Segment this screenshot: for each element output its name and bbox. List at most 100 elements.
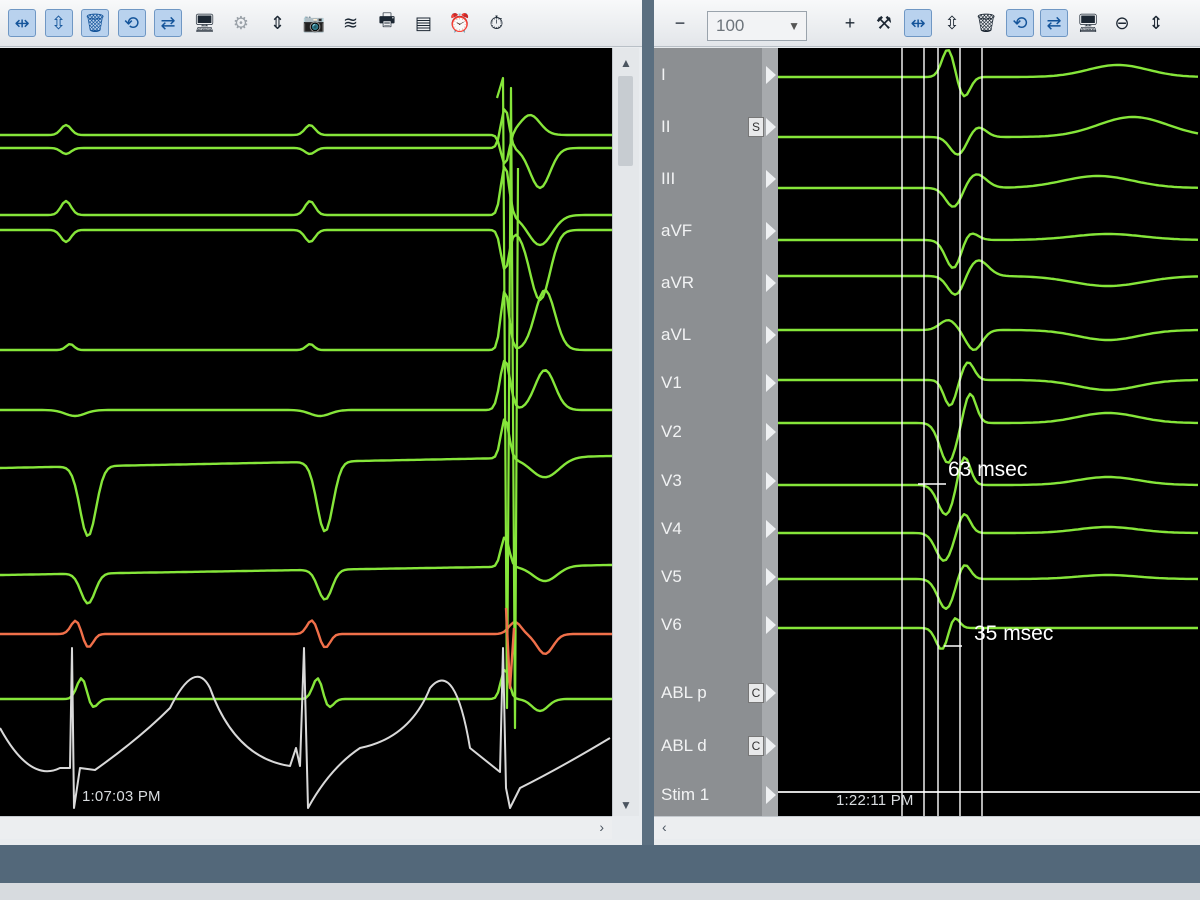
channel-label[interactable]: V2 xyxy=(661,422,682,442)
right-recording-panel: 100 ▼ − + ⚒ ⇹ ⇳ 🗑 ⟲ ⇄ 🖥 ⊖ ⇕ I II S III aVF aVR aVL V1 V2 V3… xyxy=(654,0,1200,845)
right-waveform-canvas xyxy=(778,48,1200,816)
lead-trace xyxy=(778,259,1199,296)
channel-marker-icon[interactable] xyxy=(766,326,776,344)
channel-label[interactable]: aVL xyxy=(661,325,691,345)
channel-label[interactable]: I xyxy=(661,65,666,85)
zoom-select[interactable]: 100 ▼ xyxy=(707,11,807,41)
cycle-icon[interactable]: ⟲ xyxy=(1006,9,1034,37)
lead-trace xyxy=(778,232,1199,269)
stopwatch-icon[interactable]: ⏱ xyxy=(483,9,511,37)
fit-vertical-icon[interactable]: ⇳ xyxy=(938,9,966,37)
tools-icon[interactable]: ⚒ xyxy=(870,9,898,37)
right-waveform-display[interactable]: 63 msec 35 msec 1:22:11 PM xyxy=(778,48,1200,816)
up-down-icon[interactable]: ⇕ xyxy=(264,9,292,37)
lead-trace xyxy=(778,115,1199,156)
channel-label[interactable]: ABL p xyxy=(661,683,707,703)
channel-label[interactable]: V5 xyxy=(661,567,682,587)
reset-icon[interactable]: ⊖ xyxy=(1108,9,1136,37)
bezel-lip xyxy=(0,883,1200,900)
lead-trace xyxy=(778,173,1199,208)
scroll-down-icon[interactable]: ▼ xyxy=(613,798,639,812)
left-waveform-display[interactable]: 1:07:03 PM xyxy=(0,48,612,816)
channel-marker-icon[interactable] xyxy=(766,472,776,490)
up-down-icon[interactable]: ⇕ xyxy=(1142,9,1170,37)
channel-label[interactable]: ABL d xyxy=(661,736,707,756)
swap-icon[interactable]: ⇄ xyxy=(154,9,182,37)
waveform-print-icon[interactable]: ≋ xyxy=(337,9,365,37)
channel-badge[interactable]: C xyxy=(748,683,764,703)
right-timestamp: 1:22:11 PM xyxy=(836,792,914,809)
channel-marker-icon[interactable] xyxy=(766,170,776,188)
left-horizontal-scrollbar[interactable]: › xyxy=(0,816,612,839)
lead-trace xyxy=(0,619,612,655)
channel-marker-icon[interactable] xyxy=(766,684,776,702)
camera-icon[interactable]: 📷 xyxy=(300,9,328,37)
zoom-out-icon[interactable]: − xyxy=(666,9,694,37)
channel-label[interactable]: V3 xyxy=(661,471,682,491)
channel-label[interactable]: aVF xyxy=(661,221,692,241)
channel-marker-icon[interactable] xyxy=(766,786,776,804)
alarm-clock-icon[interactable]: ⏰ xyxy=(446,9,474,37)
swap-icon[interactable]: ⇄ xyxy=(1040,9,1068,37)
left-waveform-canvas xyxy=(0,76,612,809)
left-timestamp: 1:07:03 PM xyxy=(82,788,161,805)
channel-label[interactable]: V4 xyxy=(661,519,682,539)
scroll-left-icon[interactable]: ‹ xyxy=(662,819,667,835)
channel-marker-icon[interactable] xyxy=(766,520,776,538)
lead-trace xyxy=(778,361,1198,407)
right-toolbar: 100 ▼ − + ⚒ ⇹ ⇳ 🗑 ⟲ ⇄ 🖥 ⊖ ⇕ xyxy=(654,0,1200,47)
cycle-icon[interactable]: ⟲ xyxy=(117,9,146,37)
trash-icon[interactable]: 🗑 xyxy=(81,9,109,37)
chevron-down-icon: ▼ xyxy=(788,19,800,33)
lead-trace xyxy=(778,49,1199,98)
gear-disabled-icon[interactable]: ⚙ xyxy=(227,9,255,37)
channel-label[interactable]: Stim 1 xyxy=(661,785,709,805)
report-icon[interactable]: ▤ xyxy=(410,9,438,37)
zoom-value: 100 xyxy=(716,16,745,35)
scroll-up-icon[interactable]: ▲ xyxy=(613,56,639,70)
printer-icon[interactable]: 🖶 xyxy=(373,9,401,37)
right-horizontal-scrollbar[interactable]: ‹ xyxy=(654,816,1200,839)
channel-label[interactable]: II xyxy=(661,117,670,137)
left-recording-panel: ⇹ ⇳ 🗑 ⟲ ⇄ 🖥 ⚙ ⇕ 📷 ≋ 🖶 ▤ ⏰ ⏱ 1:07:03 PM ▲ ▼ › xyxy=(0,0,642,845)
channel-label[interactable]: III xyxy=(661,169,675,189)
monitor-icon[interactable]: 🖥 xyxy=(191,9,219,37)
channel-marker-icon[interactable] xyxy=(766,118,776,136)
lead-trace xyxy=(0,418,612,537)
stim-trace xyxy=(0,647,611,809)
channel-badge[interactable]: C xyxy=(748,736,764,756)
channel-marker-icon[interactable] xyxy=(766,568,776,586)
fit-horizontal-icon[interactable]: ⇹ xyxy=(8,9,36,37)
lead-trace xyxy=(778,513,1198,562)
lead-trace xyxy=(0,228,612,302)
channel-marker-icon[interactable] xyxy=(766,616,776,634)
scroll-thumb[interactable] xyxy=(618,76,633,166)
channel-badge[interactable]: S xyxy=(748,117,764,137)
left-toolbar: ⇹ ⇳ 🗑 ⟲ ⇄ 🖥 ⚙ ⇕ 📷 ≋ 🖶 ▤ ⏰ ⏱ xyxy=(0,0,642,47)
trash-icon[interactable]: 🗑 xyxy=(972,9,1000,37)
lead-trace xyxy=(0,289,612,352)
scroll-right-icon[interactable]: › xyxy=(599,819,604,835)
channel-marker-icon[interactable] xyxy=(766,374,776,392)
channel-marker-icon[interactable] xyxy=(766,222,776,240)
lead-trace xyxy=(0,359,612,418)
channel-label[interactable]: aVR xyxy=(661,273,694,293)
zoom-in-icon[interactable]: + xyxy=(836,9,864,37)
fit-vertical-icon[interactable]: ⇳ xyxy=(44,9,73,37)
lead-trace xyxy=(778,392,1198,464)
channel-label[interactable]: V6 xyxy=(661,615,682,635)
lead-trace xyxy=(0,536,612,605)
lead-trace xyxy=(0,165,612,247)
channel-label[interactable]: V1 xyxy=(661,373,682,393)
monitor-icon[interactable]: 🖥 xyxy=(1074,9,1102,37)
measurement-label-1: 63 msec xyxy=(948,458,1028,481)
left-vertical-scrollbar[interactable]: ▲ ▼ xyxy=(612,48,639,816)
fit-horizontal-icon[interactable]: ⇹ xyxy=(904,9,932,37)
lead-trace xyxy=(778,564,1199,610)
channel-marker-icon[interactable] xyxy=(766,274,776,292)
channel-marker-icon[interactable] xyxy=(766,737,776,755)
measurement-label-2: 35 msec xyxy=(974,622,1054,645)
channel-label-column: I II S III aVF aVR aVL V1 V2 V3 V4 V5 V6 ABL p C ABL dC… xyxy=(654,48,778,816)
channel-marker-icon[interactable] xyxy=(766,66,776,84)
channel-marker-icon[interactable] xyxy=(766,423,776,441)
